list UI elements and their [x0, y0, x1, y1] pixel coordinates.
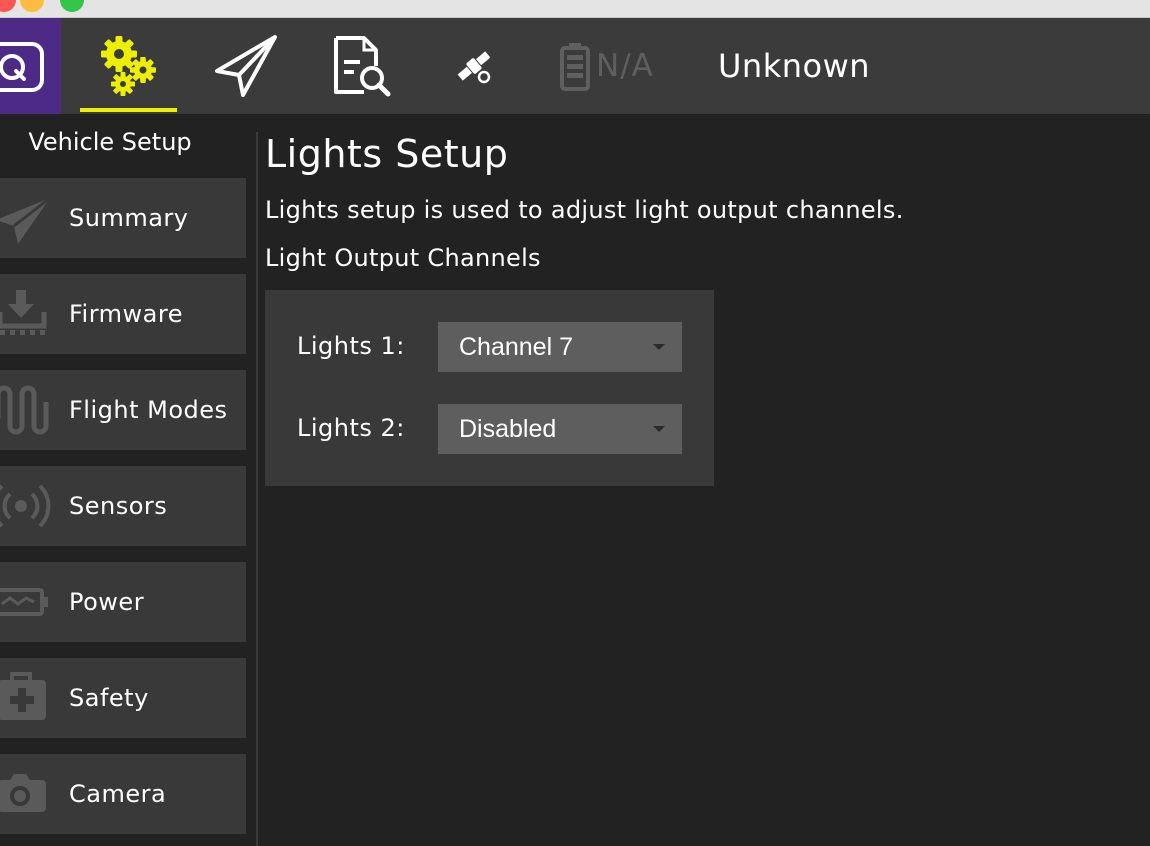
zoom-window-button[interactable] — [60, 0, 84, 12]
window-titlebar — [0, 0, 1150, 18]
page-title: Lights Setup — [265, 132, 509, 176]
radio-signal-icon — [0, 484, 51, 528]
battery-value: N/A — [596, 48, 654, 84]
lights-1-select[interactable]: Channel 7 — [438, 322, 682, 372]
qgc-logo-icon — [0, 42, 44, 92]
sidebar-item-label: Safety — [69, 684, 149, 712]
sidebar-item-sensors[interactable]: Sensors — [0, 466, 246, 546]
download-icon — [0, 290, 47, 335]
section-title: Light Output Channels — [265, 244, 541, 272]
battery-icon — [560, 43, 590, 91]
dropdown-arrow-icon — [653, 344, 665, 350]
vehicle-setup-button[interactable] — [80, 18, 177, 114]
paper-plane-icon — [215, 35, 277, 97]
sidebar-item-flight-modes[interactable]: Flight Modes — [0, 370, 246, 450]
plan-view-button[interactable] — [200, 18, 292, 114]
first-aid-icon — [0, 672, 46, 720]
sidebar-item-safety[interactable]: Safety — [0, 658, 246, 738]
document-search-icon — [334, 36, 391, 97]
vehicle-status-text[interactable]: Unknown — [718, 18, 870, 114]
light-output-panel: Lights 1: Channel 7 Lights 2: Disabled — [265, 290, 714, 486]
sidebar-item-label: Firmware — [69, 300, 183, 328]
active-tab-indicator — [80, 108, 177, 112]
sidebar-item-firmware[interactable]: Firmware — [0, 274, 246, 354]
dropdown-arrow-icon — [653, 426, 665, 432]
paper-plane-icon — [0, 196, 51, 244]
gps-status-button[interactable] — [446, 18, 502, 114]
page-description: Lights setup is used to adjust light out… — [265, 196, 904, 224]
satellite-icon — [457, 51, 491, 84]
power-battery-icon — [0, 588, 48, 616]
waveform-icon — [0, 385, 49, 435]
close-window-button[interactable] — [0, 0, 16, 12]
sidebar-item-camera[interactable]: Camera — [0, 754, 246, 834]
minimize-window-button[interactable] — [20, 0, 44, 12]
sidebar-item-power[interactable]: Power — [0, 562, 246, 642]
main-toolbar: N/A Unknown — [0, 18, 1150, 114]
lights-1-value: Channel 7 — [459, 333, 573, 361]
lights-2-value: Disabled — [459, 415, 557, 443]
setup-sidebar: Vehicle Setup Summary Firmware Flight Mo… — [0, 114, 256, 846]
sidebar-item-label: Power — [69, 588, 145, 616]
sidebar-item-label: Flight Modes — [69, 396, 228, 424]
analyze-view-button[interactable] — [318, 18, 404, 114]
sidebar-header: Vehicle Setup — [28, 128, 192, 156]
lights-2-select[interactable]: Disabled — [438, 404, 682, 454]
sidebar-item-label: Summary — [69, 204, 189, 232]
sidebar-item-summary[interactable]: Summary — [0, 178, 246, 258]
battery-status[interactable]: N/A — [558, 18, 654, 114]
lights-2-label: Lights 2: — [297, 414, 405, 442]
gears-icon — [100, 36, 156, 96]
camera-icon — [0, 774, 46, 812]
sidebar-divider — [256, 132, 258, 846]
sidebar-item-label: Camera — [69, 780, 167, 808]
sidebar-item-label: Sensors — [69, 492, 168, 520]
app-logo-button[interactable] — [0, 18, 61, 114]
lights-1-label: Lights 1: — [297, 332, 405, 360]
